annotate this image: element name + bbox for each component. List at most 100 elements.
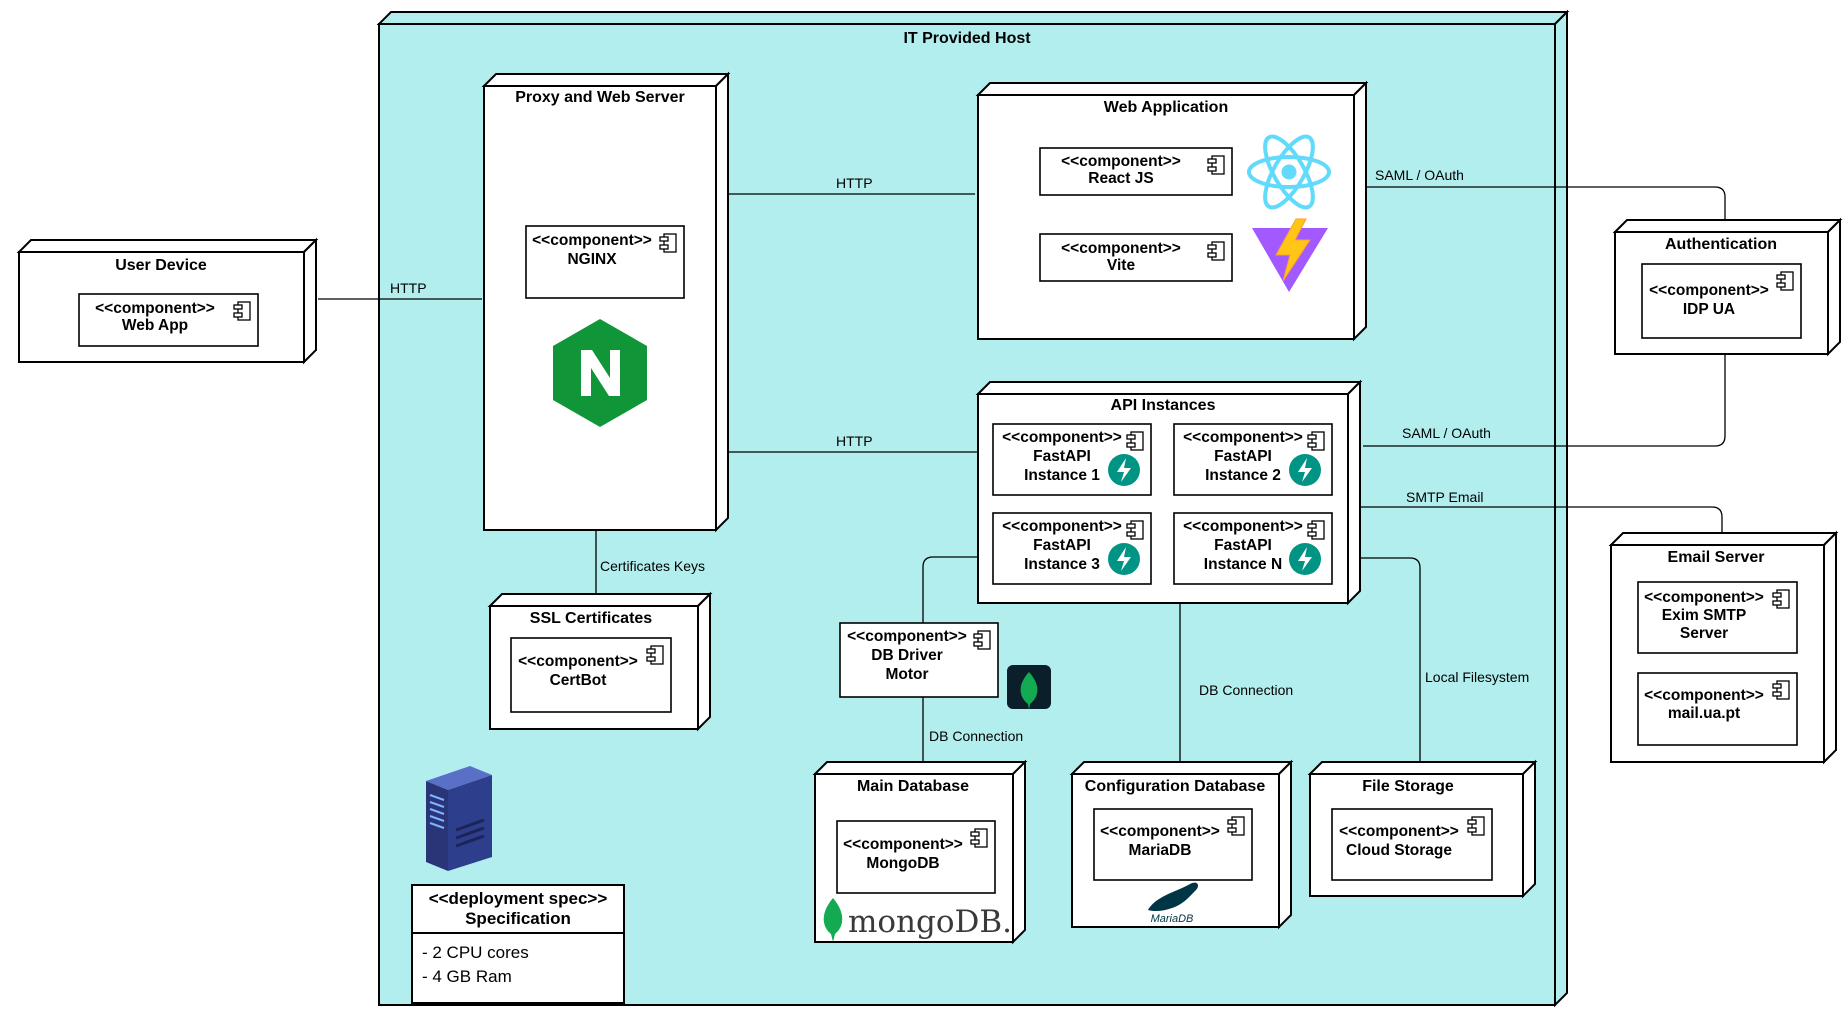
component-icon-tab-bottom	[1307, 442, 1317, 448]
react-component-text-line-2: React JS	[1088, 170, 1153, 187]
file-storage-title: File Storage	[1362, 778, 1454, 795]
component-icon-tab-top	[1126, 434, 1136, 440]
db-driver-component: <<component>> DB Driver Motor	[839, 622, 999, 698]
fastapi-instance-2-text-line-2: FastAPI	[1214, 448, 1272, 465]
label-proxy-api: HTTP	[836, 433, 873, 449]
component-icon-tab-top	[1772, 683, 1782, 689]
exim-component-text-line-1: <<component>>	[1644, 589, 1764, 606]
certbot-component-text-line-2: CertBot	[550, 672, 607, 689]
vite-component-text-line-2: Vite	[1107, 257, 1136, 274]
certbot-component: <<component>> CertBot	[510, 637, 672, 713]
auth-node-top	[1612, 219, 1843, 233]
mailua-component-text-line-2: mail.ua.pt	[1668, 705, 1740, 722]
component-icon-tab-top	[970, 831, 980, 837]
idp-component: <<component>> IDP UA	[1641, 263, 1802, 339]
user-device-node-top	[16, 239, 319, 253]
mariadb-component-text-line-2: MariaDB	[1129, 842, 1192, 859]
api-node: API Instances <<component>> FastAPI Instanc…	[975, 379, 1363, 606]
component-icon-tab-bottom	[1307, 531, 1317, 537]
component-icon-tab-bottom	[1227, 827, 1237, 833]
spec-stereotype: <<deployment spec>>	[429, 889, 608, 908]
react-nucleus	[1281, 164, 1297, 180]
component-icon-tab-bottom	[1207, 252, 1217, 258]
fastapi-instance-3-text-line-3: Instance 3	[1024, 556, 1100, 573]
proxy-node-side	[715, 71, 729, 533]
mongodb-component: <<component>> MongoDB	[836, 820, 996, 894]
idp-component-text-line-1: <<component>>	[1649, 282, 1769, 299]
email-title: Email Server	[1668, 549, 1765, 566]
server-front	[448, 775, 492, 871]
fastapi-instance-1-text-line-2: FastAPI	[1033, 448, 1091, 465]
component-icon-tab-top	[1467, 819, 1477, 825]
file-storage-node: File Storage <<component>> Cloud Storage	[1307, 759, 1538, 899]
cloud-storage-component: <<component>> Cloud Storage	[1331, 808, 1493, 881]
exim-component: <<component>>Exim SMTPServer	[1637, 581, 1798, 654]
component-icon-tab-bottom	[973, 641, 983, 647]
component-icon-tab-top	[1207, 244, 1217, 250]
ssl-title: SSL Certificates	[530, 610, 653, 627]
config-db-title: Configuration Database	[1085, 778, 1266, 795]
api-node-side	[1347, 379, 1361, 606]
proxy-node-top	[481, 73, 731, 87]
mongodb-logo: mongoDB.	[823, 898, 1012, 942]
fastapi-instance-4-text-line-1: <<component>>	[1183, 518, 1303, 535]
auth-title: Authentication	[1665, 236, 1777, 253]
certbot-component-text-line-1: <<component>>	[518, 653, 638, 670]
db-driver-component-text-line-3: Motor	[885, 666, 928, 683]
label-api-files: Local Filesystem	[1425, 669, 1529, 685]
fastapi-instance-3: <<component>> FastAPI Instance 3	[992, 512, 1152, 585]
mailua-component: <<component>>mail.ua.pt	[1637, 672, 1798, 746]
file-storage-node-top	[1307, 761, 1538, 775]
fastapi-icon	[1108, 454, 1140, 486]
fastapi-instance-1-text-line-1: <<component>>	[1002, 429, 1122, 446]
vite-component: <<component>>Vite	[1039, 233, 1233, 282]
main-db-node-top	[812, 761, 1028, 775]
fastapi-icon	[1289, 454, 1321, 486]
user-device-title: User Device	[115, 257, 207, 274]
component-icon-tab-bottom	[1126, 442, 1136, 448]
deployment-diagram: IT Provided Host HTTP HTTP HTTP SAML / OAuth…	[16, 9, 1843, 1008]
component-icon-tab-top	[1776, 274, 1786, 280]
component-icon-tab-top	[1772, 592, 1782, 598]
spec-title: Specification	[465, 909, 571, 928]
ssl-node: SSL Certificates <<component>> CertBot	[487, 591, 713, 732]
config-db-node: Configuration Database <<component>> Maria…	[1069, 759, 1294, 930]
email-node-top	[1608, 532, 1839, 546]
fastapi-icon	[1108, 543, 1140, 575]
exim-component-text-line-2: Exim SMTP	[1662, 607, 1746, 624]
proxy-node: Proxy and Web Server <<component>> NGINX	[481, 71, 731, 533]
component-icon-tab-bottom	[1772, 691, 1782, 697]
api-node-top	[975, 381, 1363, 395]
ssl-node-top	[487, 593, 713, 607]
deployment-spec: <<deployment spec>>Specification - 2 CPU …	[411, 884, 625, 1004]
mariadb-logo-text: MariaDB	[1151, 913, 1194, 925]
component-icon-tab-bottom	[970, 839, 980, 845]
react-component-text-line-1: <<component>>	[1061, 153, 1181, 170]
web-app-title: Web Application	[1104, 99, 1228, 116]
mailua-component-text-line-1: <<component>>	[1644, 687, 1764, 704]
web-app-component: <<component>>Web App	[78, 293, 259, 347]
label-driver-maindb: DB Connection	[929, 728, 1023, 744]
web-app-component-text-line-1: <<component>>	[95, 300, 215, 317]
component-icon-tab-bottom	[1126, 531, 1136, 537]
component-icon-tab-bottom	[1207, 166, 1217, 172]
component-icon-tab-top	[659, 236, 669, 242]
vite-component-text-line-1: <<component>>	[1061, 240, 1181, 257]
label-proxy-ssl: Certificates Keys	[600, 558, 705, 574]
user-device-node: User Device <<component>>Web App	[16, 237, 319, 365]
api-title: API Instances	[1111, 397, 1216, 414]
label-api-email: SMTP Email	[1406, 489, 1484, 505]
fastapi-instance-1: <<component>> FastAPI Instance 1	[992, 423, 1152, 496]
nginx-component-text-line-2: NGINX	[567, 251, 617, 268]
mongodb-badge	[1007, 665, 1051, 710]
label-api-configdb: DB Connection	[1199, 682, 1293, 698]
web-app-node-face	[977, 94, 1355, 340]
fastapi-icon	[1289, 543, 1321, 575]
ssl-node-side	[697, 591, 711, 732]
spec-item-2: - 4 GB Ram	[422, 967, 512, 986]
host-node-top	[376, 11, 1570, 25]
mongodb-component-text-line-1: <<component>>	[843, 836, 963, 853]
component-icon-tab-top	[1307, 523, 1317, 529]
main-db-title: Main Database	[857, 778, 969, 795]
cloud-storage-component-text-line-2: Cloud Storage	[1346, 842, 1452, 859]
